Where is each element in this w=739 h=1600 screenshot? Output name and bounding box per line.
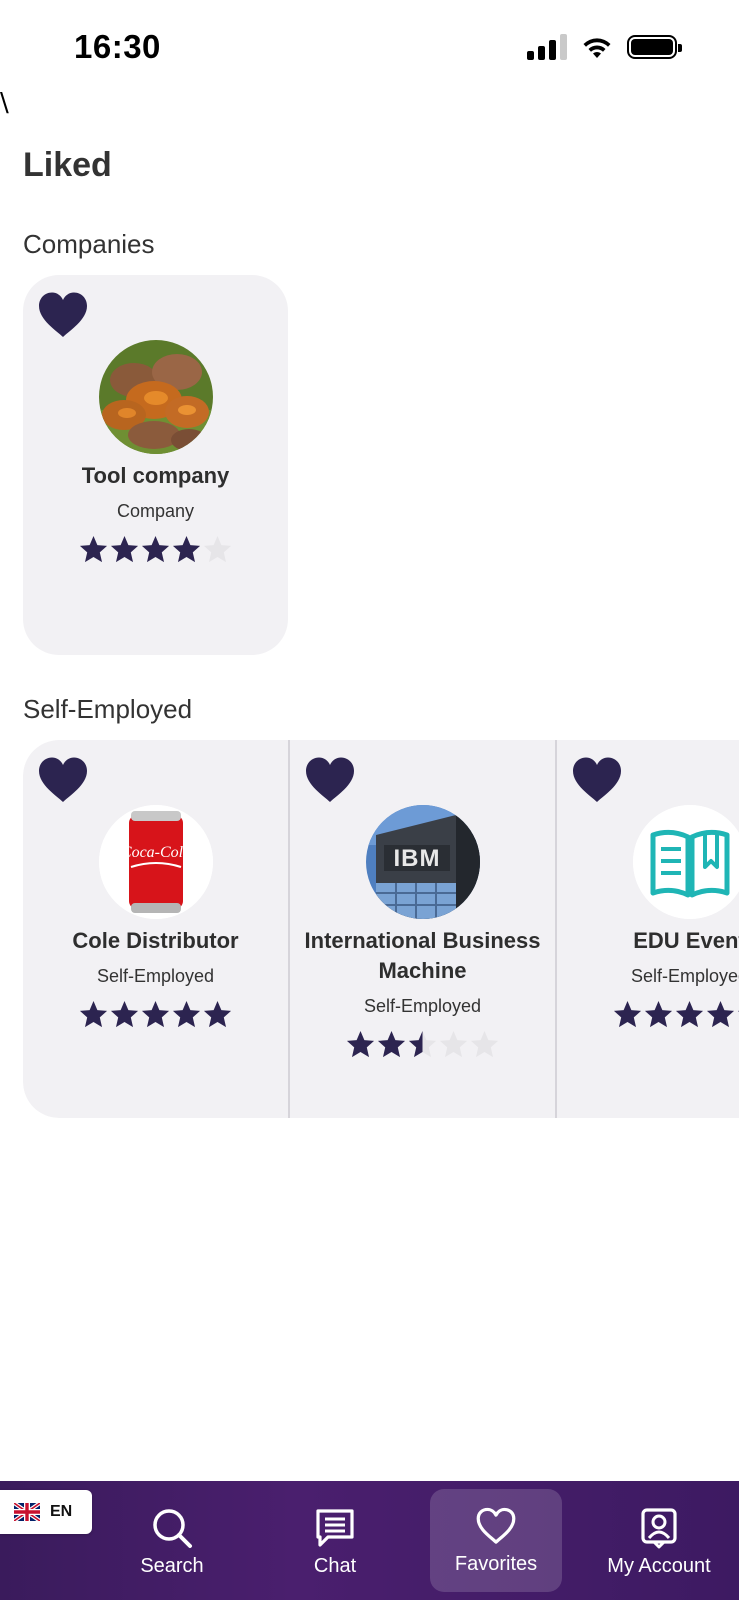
star-icon [706, 1000, 735, 1028]
book-icon [633, 805, 739, 919]
self-employed-card[interactable]: Coca-Cola Cole Distributor Self-Employed [23, 740, 288, 1118]
heart-icon [476, 1507, 516, 1544]
svg-text:Coca-Cola: Coca-Cola [121, 844, 191, 861]
stray-text: \ [0, 88, 9, 118]
star-icon [408, 1030, 437, 1058]
heart-icon[interactable] [37, 756, 89, 804]
book-avatar [633, 805, 739, 919]
section-title-self-employed: Self-Employed [23, 694, 193, 724]
wifi-icon [583, 38, 611, 58]
star-icon [203, 535, 232, 563]
star-icon [172, 1000, 201, 1028]
star-icon [141, 1000, 170, 1028]
star-icon [79, 1000, 108, 1028]
account-icon [641, 1508, 677, 1549]
mushroom-avatar [99, 340, 213, 454]
rating-stars [23, 999, 288, 1030]
nav-search-label: Search [140, 1555, 204, 1577]
soda-can-avatar: Coca-Cola [99, 805, 213, 919]
heart-icon[interactable] [304, 756, 356, 804]
battery-icon [627, 35, 682, 59]
card-type: Company [116, 501, 195, 521]
self-employed-card[interactable]: EDU Event Self-Employed [557, 740, 739, 1118]
star-icon [644, 1000, 673, 1028]
card-name: Tool company [81, 463, 230, 488]
star-icon [110, 1000, 139, 1028]
star-icon [675, 1000, 704, 1028]
language-code: EN [50, 1503, 73, 1520]
chat-icon [316, 1509, 354, 1547]
nav-my-account-label: My Account [607, 1555, 711, 1577]
rating-stars [290, 1029, 555, 1060]
status-bar: 16:30 [0, 0, 739, 90]
heart-icon[interactable] [571, 756, 623, 804]
nav-favorites-label: Favorites [454, 1553, 538, 1575]
search-icon [153, 1509, 192, 1548]
company-card[interactable]: Tool company Company [23, 275, 288, 655]
nav-favorites[interactable]: Favorites [430, 1489, 562, 1592]
star-icon [439, 1030, 468, 1058]
star-icon [79, 535, 108, 563]
status-time: 16:30 [74, 28, 161, 65]
nav-chat[interactable]: Chat [283, 1481, 387, 1600]
card-type: Self-Employed [363, 996, 482, 1016]
rating-stars [23, 534, 288, 565]
star-icon [110, 535, 139, 563]
card-name: Cole Distributor [72, 928, 239, 953]
nav-my-account[interactable]: My Account [594, 1481, 724, 1600]
language-switcher[interactable]: EN [0, 1490, 92, 1534]
section-title-companies: Companies [23, 229, 155, 259]
cellular-signal-icon [527, 34, 567, 60]
star-icon [377, 1030, 406, 1058]
heart-icon[interactable] [37, 291, 89, 339]
ibm-building-avatar: IBM [366, 805, 480, 919]
page-title: Liked [23, 146, 112, 184]
star-icon [613, 1000, 642, 1028]
self-employed-card[interactable]: IBM International Business Machine Self-… [290, 740, 555, 1118]
star-icon [141, 535, 170, 563]
card-name: International Business Machine [304, 928, 541, 983]
star-icon [203, 1000, 232, 1028]
nav-chat-label: Chat [313, 1555, 357, 1577]
status-icons [527, 34, 682, 60]
svg-text:IBM: IBM [394, 845, 441, 872]
star-icon [470, 1030, 499, 1058]
nav-search[interactable]: Search [120, 1481, 224, 1600]
star-icon [172, 535, 201, 563]
card-name: EDU Event [633, 928, 739, 953]
card-type: Self-Employed [96, 966, 215, 986]
uk-flag-icon [14, 1503, 40, 1521]
rating-stars [557, 999, 739, 1030]
star-icon [346, 1030, 375, 1058]
card-type: Self-Employed [630, 966, 739, 986]
self-employed-carousel[interactable]: Coca-Cola Cole Distributor Self-Employed… [23, 740, 739, 1118]
bottom-navigation: Search Chat Favorites My Account [0, 1481, 739, 1600]
